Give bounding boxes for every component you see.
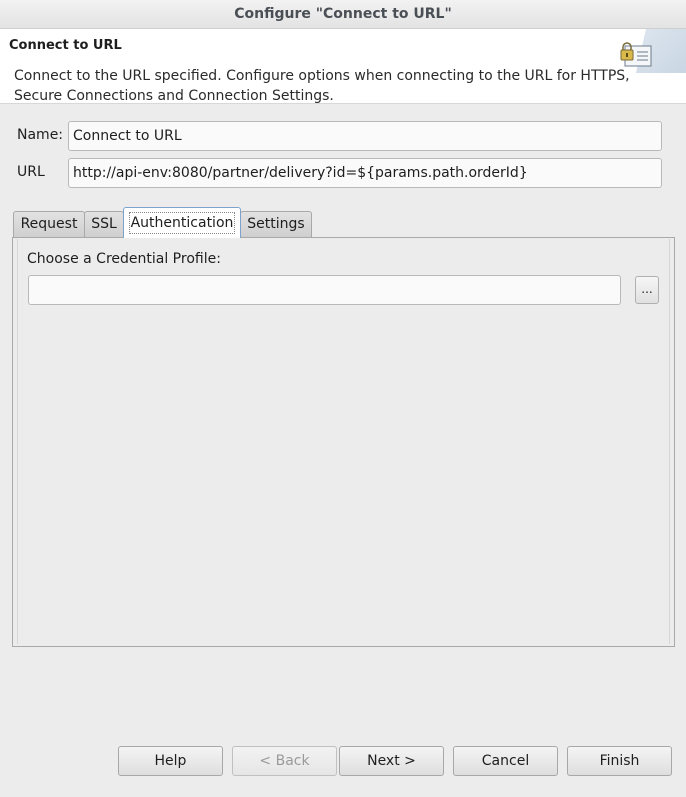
tab-settings[interactable]: Settings: [240, 211, 312, 237]
name-field[interactable]: Connect to URL: [68, 121, 662, 151]
back-button[interactable]: < Back: [232, 746, 337, 776]
banner-title: Connect to URL: [9, 38, 122, 53]
next-button[interactable]: Next >: [339, 746, 444, 776]
finish-button[interactable]: Finish: [567, 746, 672, 776]
browse-credential-button[interactable]: ...: [635, 276, 659, 304]
url-field[interactable]: http://api-env:8080/partner/delivery?id=…: [68, 158, 662, 188]
tab-authentication-label: Authentication: [128, 212, 236, 234]
tab-ssl-label: SSL: [91, 216, 117, 232]
tab-request[interactable]: Request: [13, 211, 85, 237]
lock-document-icon: [620, 42, 652, 67]
tab-authentication[interactable]: Authentication: [123, 207, 241, 238]
window-title: Configure "Connect to URL": [0, 0, 686, 29]
url-label: URL: [17, 164, 45, 180]
help-button[interactable]: Help: [118, 746, 223, 776]
credential-profile-label: Choose a Credential Profile:: [27, 251, 221, 267]
name-label: Name:: [17, 127, 64, 143]
tab-ssl[interactable]: SSL: [84, 211, 124, 237]
tab-request-label: Request: [20, 216, 78, 232]
banner-description: Connect to the URL specified. Configure …: [14, 68, 630, 104]
wizard-banner: Connect to URL Connect to the URL specif…: [0, 29, 686, 104]
credential-profile-field[interactable]: [28, 275, 621, 305]
tab-settings-label: Settings: [247, 216, 305, 232]
cancel-button[interactable]: Cancel: [453, 746, 558, 776]
